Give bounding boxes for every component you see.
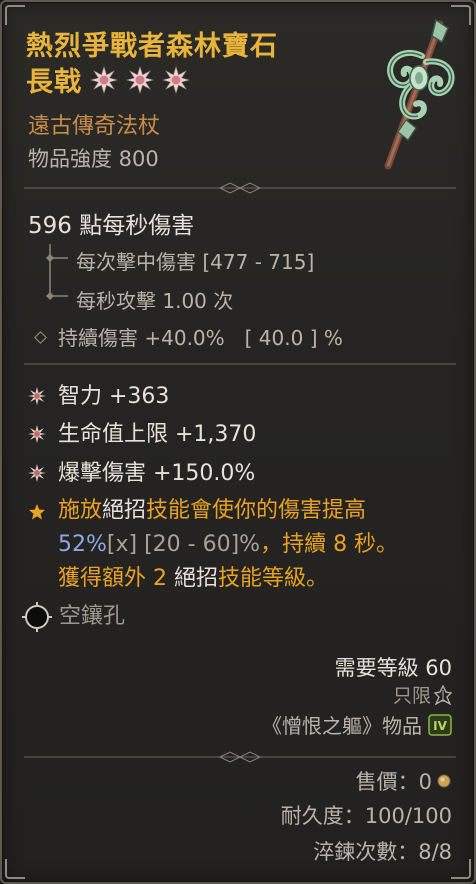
dps-value: 596 點每秒傷害: [28, 213, 195, 239]
damage-over-time: 持續傷害 +40.0% [ 40.0 ] %: [58, 326, 343, 350]
item-name-line2: 長戟: [26, 60, 190, 99]
legendary-keyword: 絕招: [102, 498, 147, 523]
item-name-line1: 熱烈爭戰者森林寶石: [26, 31, 278, 62]
item-tooltip: 熱烈爭戰者森林寶石 長戟 遠古傳奇法杖 物品強度 800 596 點每秒傷害 每…: [0, 0, 476, 884]
legendary-roll-value: 52%: [58, 532, 107, 557]
affix-burst-icon: [28, 464, 46, 482]
vessel-of-hatred-icon: IV: [428, 713, 452, 736]
stat-tree-lines: [46, 244, 68, 300]
frame-corner: [451, 859, 471, 879]
damage-per-hit: 每次擊中傷害 [477 - 715]: [76, 250, 315, 274]
item-subtype: 遠古傳奇法杖: [28, 114, 161, 139]
class-restriction-label: 只限: [392, 685, 431, 707]
affix-burst-icon: [28, 387, 46, 405]
legendary-aspect-text: 施放絕招技能會使你的傷害提高 52%[x] [20 - 60]%，持續 8 秒。…: [58, 494, 398, 596]
affix-intelligence: 智力 +363: [58, 384, 170, 409]
bullet-diamond-icon: [34, 331, 47, 344]
socket-label: 空鑲孔: [59, 604, 126, 629]
expansion-label: 《憎恨之軀》物品: [262, 714, 422, 738]
greater-affix-star-icon: [126, 65, 154, 94]
polearm-weapon-icon: [384, 18, 455, 170]
svg-text:IV: IV: [433, 719, 447, 733]
legendary-line-2: 52%[x] [20 - 60]%，持續 8 秒。: [58, 528, 398, 562]
frame-corner: [5, 859, 25, 879]
affix-crit-damage: 爆擊傷害 +150.0%: [58, 461, 256, 486]
druid-class-icon: [434, 684, 452, 705]
legendary-text: 獲得額外 2: [58, 566, 174, 591]
affix-max-life: 生命值上限 +1,370: [58, 422, 257, 447]
empty-socket-icon: [22, 602, 52, 632]
legendary-keyword: 絕招: [173, 566, 218, 591]
expansion-tag: 《憎恨之軀》物品 IV: [262, 710, 452, 739]
greater-affix-star-icon: [162, 65, 190, 94]
legendary-text: 施放: [58, 498, 103, 523]
legendary-roll-marker: [x]: [106, 532, 138, 557]
section-divider: [24, 363, 456, 365]
legendary-line-1: 施放絕招技能會使你的傷害提高: [58, 494, 398, 528]
item-name-line2-text: 長戟: [26, 67, 82, 98]
item-power: 物品強度 800: [28, 147, 159, 171]
legendary-line-3: 獲得額外 2 絕招技能等級。: [58, 562, 398, 596]
frame-corner: [5, 5, 25, 25]
sell-price: 售價：0: [356, 766, 452, 796]
legendary-star-icon: [29, 504, 45, 520]
durability: 耐久度：100/100: [280, 804, 452, 828]
class-restriction: 只限: [393, 681, 452, 708]
legendary-text: 技能等級。: [218, 566, 329, 591]
required-level: 需要等級 60: [334, 656, 452, 680]
greater-affix-star-icon: [90, 65, 118, 94]
affix-burst-icon: [28, 425, 46, 443]
legendary-text: 技能會使你的傷害提高: [146, 498, 367, 523]
legendary-roll-range: [20 - 60]%: [137, 532, 261, 557]
attack-speed: 每秒攻擊 1.00 次: [76, 289, 234, 313]
temper-count: 淬鍊次數：8/8: [313, 840, 452, 864]
section-divider: [24, 182, 456, 194]
section-divider: [24, 751, 456, 763]
sell-price-label: 售價：0: [355, 770, 432, 794]
legendary-text: ，持續 8 秒。: [260, 532, 399, 557]
gold-coin-icon: [437, 774, 451, 788]
